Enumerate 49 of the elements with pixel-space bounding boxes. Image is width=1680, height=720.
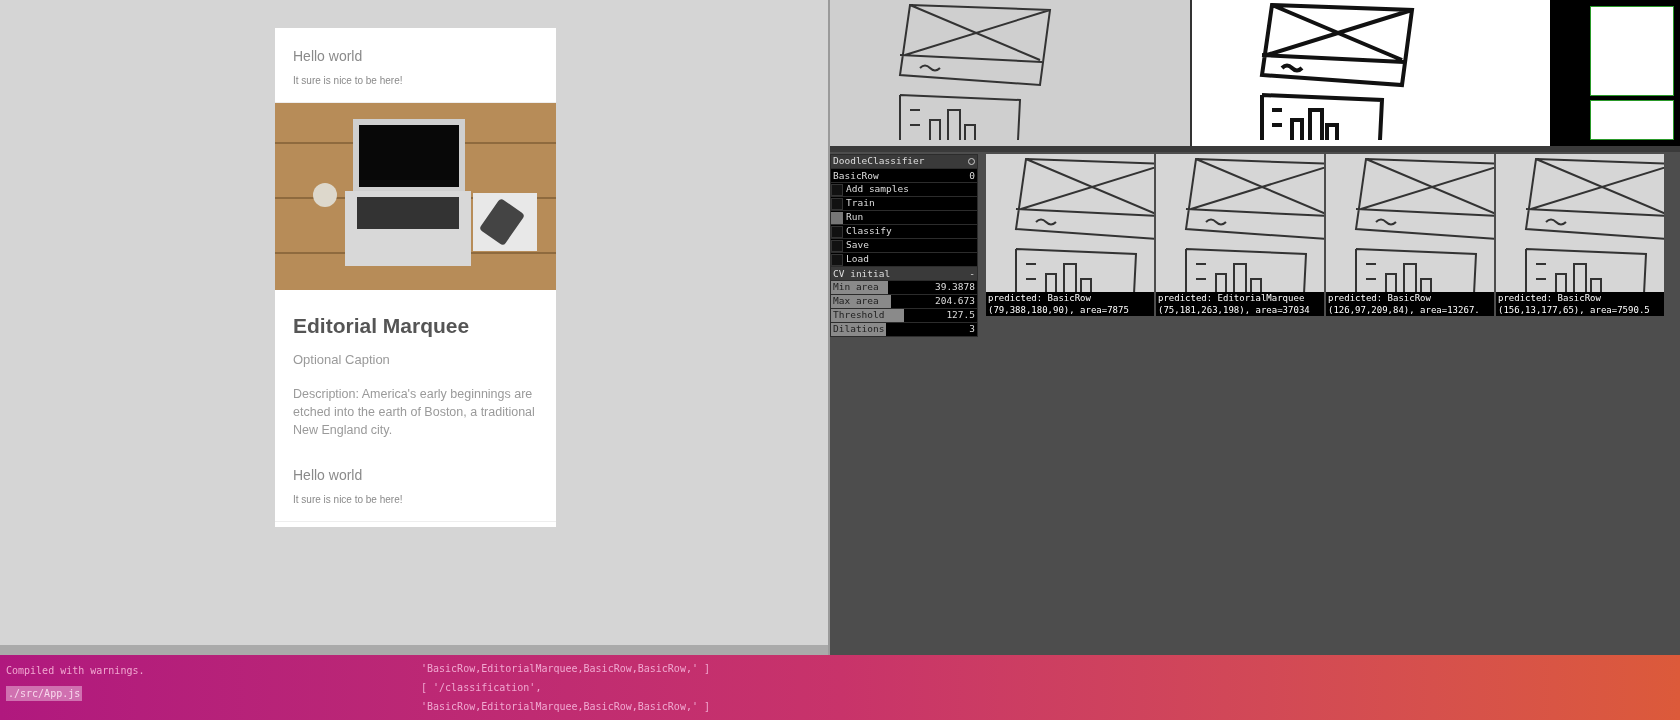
param-value: 127.5 bbox=[946, 308, 975, 323]
param-label: Threshold bbox=[833, 308, 885, 323]
marquee-title: Editorial Marquee bbox=[293, 313, 471, 339]
class-name: BasicRow bbox=[833, 169, 879, 182]
action-checkbox[interactable] bbox=[831, 225, 843, 238]
prediction-bounds: (156,13,177,65), area=7590.5 bbox=[1496, 304, 1664, 316]
panel-title: DoodleClassifier bbox=[833, 154, 925, 169]
prediction-label: predicted: BasicRow bbox=[1496, 292, 1664, 304]
terminal-line: Compiled with warnings. bbox=[6, 664, 145, 678]
marquee-caption: Optional Caption bbox=[293, 350, 391, 369]
row-subtitle: It sure is nice to be here! bbox=[293, 493, 404, 507]
action-checkbox[interactable] bbox=[831, 239, 843, 252]
prediction-label: predicted: BasicRow bbox=[986, 292, 1154, 304]
row-subtitle: It sure is nice to be here! bbox=[293, 74, 404, 88]
param-value: 204.673 bbox=[934, 294, 975, 309]
terminal-line: [ '/classification', bbox=[421, 681, 543, 695]
param-slider[interactable]: Min area 39.3878 bbox=[831, 281, 977, 294]
prediction-bounds: (126,97,209,84), area=13267. bbox=[1326, 304, 1494, 316]
action-toggle[interactable]: Classify bbox=[831, 225, 977, 238]
row-title: Hello world bbox=[293, 47, 364, 66]
action-checkbox[interactable] bbox=[831, 211, 843, 224]
prediction-bounds: (75,181,263,198), area=37034 bbox=[1156, 304, 1324, 316]
action-checkbox[interactable] bbox=[831, 197, 843, 210]
param-value: 39.3878 bbox=[934, 280, 975, 295]
action-checkbox[interactable] bbox=[831, 253, 843, 266]
row-title: Hello world bbox=[293, 466, 364, 485]
action-toggle[interactable]: Add samples bbox=[831, 183, 977, 196]
param-slider[interactable]: Threshold 127.5 bbox=[831, 309, 977, 322]
prediction-label: predicted: EditorialMarquee bbox=[1156, 292, 1324, 304]
terminal-line: 'BasicRow,EditorialMarquee,BasicRow,BasicRow,' ] bbox=[421, 700, 711, 714]
param-value: 3 bbox=[969, 322, 975, 337]
collapse-toggle[interactable]: - bbox=[969, 267, 975, 280]
action-toggle[interactable]: Save bbox=[831, 239, 977, 252]
prediction-bounds: (79,388,180,90), area=7875 bbox=[986, 304, 1154, 316]
param-slider[interactable]: Dilations 3 bbox=[831, 323, 977, 336]
action-toggle[interactable]: Train bbox=[831, 197, 977, 210]
param-slider[interactable]: Max area 204.673 bbox=[831, 295, 977, 308]
param-label: Dilations bbox=[833, 322, 885, 337]
action-checkbox[interactable] bbox=[831, 183, 843, 196]
marquee-description: Description: America's early beginnings are etched into the earth of Boston, a traditional New England city. bbox=[293, 386, 536, 439]
action-toggle[interactable]: Load bbox=[831, 253, 977, 266]
param-label: Min area bbox=[833, 280, 879, 295]
terminal-line: 'BasicRow,EditorialMarquee,BasicRow,BasicRow,' ] bbox=[421, 662, 711, 676]
action-toggle[interactable]: Run bbox=[831, 211, 977, 224]
class-index: 0 bbox=[969, 169, 975, 182]
param-label: Max area bbox=[833, 294, 879, 309]
prediction-label: predicted: BasicRow bbox=[1326, 292, 1494, 304]
section-title: CV initial bbox=[833, 267, 891, 280]
scrollbar[interactable] bbox=[0, 645, 828, 655]
